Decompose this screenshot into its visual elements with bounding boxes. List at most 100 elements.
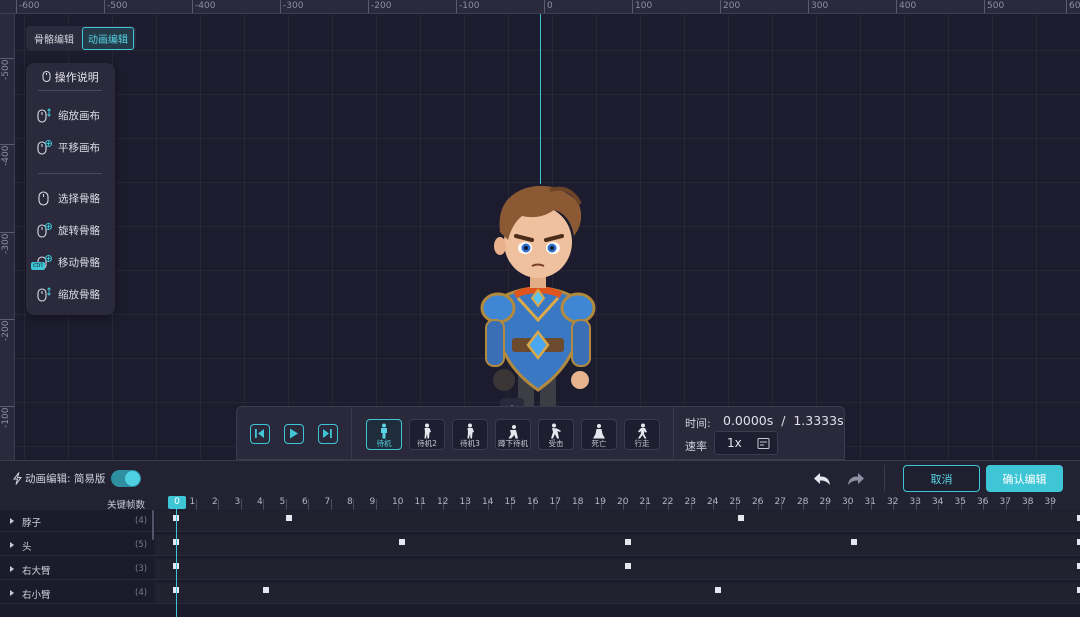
bottom-toolbar: 动画编辑: 简易版 取消 确认编辑: [0, 460, 1080, 496]
keyframe-marker[interactable]: [715, 587, 722, 593]
time-label: 时间:: [685, 417, 711, 430]
prev-frame-button[interactable]: [250, 424, 270, 444]
keyframe-marker[interactable]: [625, 539, 631, 545]
ruler-label: 0: [544, 0, 553, 13]
frame-number: 21: [639, 497, 651, 507]
toggle-knob: [125, 471, 140, 486]
frame-number: 37: [999, 497, 1011, 507]
rate-select[interactable]: 1x: [714, 431, 778, 455]
play-button[interactable]: [284, 424, 304, 444]
crouch-figure-icon: [508, 425, 518, 439]
frame-number: 5: [279, 497, 286, 507]
help-title: 操作说明: [26, 69, 115, 85]
ctrl-mouse-icon: ctrl: [31, 254, 52, 270]
mouse-rotate-icon: [37, 223, 52, 238]
ruler-label: 60: [1066, 0, 1080, 13]
ruler-label: 400: [896, 0, 916, 13]
frame-tick: [285, 499, 287, 510]
frame-number: 22: [662, 497, 674, 507]
help-item-rotate-bone: 旋转骨骼: [36, 222, 100, 238]
frame-number: 33: [909, 497, 921, 507]
cancel-button[interactable]: 取消: [903, 465, 980, 492]
frame-number: 38: [1022, 497, 1034, 507]
anim-walk-button[interactable]: 行走: [624, 419, 660, 450]
anim-crouch-idle-button[interactable]: 蹲下待机: [495, 419, 531, 450]
ruler-label: -600: [16, 0, 39, 13]
keyframe-count-title: 关键帧数: [107, 500, 146, 511]
track-lane[interactable]: [155, 535, 1080, 555]
timeline-track[interactable]: 右小臂 (4): [0, 582, 1080, 604]
track-keyframe-count: (4): [135, 516, 148, 526]
edit-mode-switch: 骨骼编辑 动画编辑: [26, 26, 136, 50]
timeline-track[interactable]: 右大臂 (3): [0, 558, 1080, 580]
speed-icon: [757, 438, 770, 449]
ruler-label: 300: [808, 0, 828, 13]
track-lane[interactable]: [155, 559, 1080, 579]
expand-arrow-icon[interactable]: [10, 590, 14, 596]
track-lane[interactable]: [155, 583, 1080, 603]
help-item-label: 移动骨骼: [58, 256, 100, 269]
anim-death-button[interactable]: 死亡: [581, 419, 617, 450]
anim-idle2-button[interactable]: 待机2: [409, 419, 445, 450]
frame-number: 34: [932, 497, 944, 507]
ruler-label: -400: [192, 0, 215, 13]
help-item-label: 缩放骨骼: [58, 288, 100, 301]
playhead-line[interactable]: [176, 508, 177, 617]
expand-arrow-icon[interactable]: [10, 566, 14, 572]
keyframe-marker[interactable]: [399, 539, 405, 545]
keyframe-marker[interactable]: [738, 515, 744, 521]
anim-hit-button[interactable]: 受击: [538, 419, 574, 450]
confirm-edit-button[interactable]: 确认编辑: [986, 465, 1063, 492]
expand-arrow-icon[interactable]: [10, 518, 14, 524]
keyframe-marker[interactable]: [625, 563, 631, 569]
expand-arrow-icon[interactable]: [10, 542, 14, 548]
track-keyframe-count: (4): [135, 588, 148, 598]
mouse-scroll-icon: [37, 287, 51, 302]
timeline-track[interactable]: 头 (5): [0, 534, 1080, 556]
current-frame-marker[interactable]: 0: [168, 496, 186, 509]
playbar-divider: [673, 407, 674, 461]
anim-idle-button[interactable]: 待机: [366, 419, 402, 450]
timeline-track[interactable]: 脖子 (4): [0, 510, 1080, 532]
frame-number: 4: [257, 497, 263, 507]
simple-mode-toggle[interactable]: [111, 470, 141, 487]
anim-edit-mode-label: 动画编辑: 简易版: [25, 473, 106, 485]
hit-figure-icon: [551, 423, 561, 439]
ruler-vertical: -500 -400 -300 -200 -100: [0, 14, 15, 460]
track-lane[interactable]: [155, 511, 1080, 531]
help-item-label: 平移画布: [58, 141, 100, 154]
frame-number: 1: [189, 497, 196, 507]
character-pupil-core: [524, 246, 528, 250]
keyframe-marker[interactable]: [286, 515, 292, 521]
anim-edit-tab[interactable]: 动画编辑: [82, 26, 134, 50]
undo-icon[interactable]: [812, 469, 832, 489]
frame-number: 24: [707, 497, 719, 507]
keyframe-marker[interactable]: [263, 587, 270, 593]
frame-number: 29: [819, 497, 831, 507]
character-sprite[interactable]: [478, 180, 598, 410]
track-scrollbar[interactable]: [152, 510, 154, 540]
help-panel: 操作说明 缩放画布 平移画布 选择骨骼 旋转骨骼 ctrl 移动骨骼 缩放骨骼: [26, 63, 115, 315]
track-name: 脖子: [22, 518, 42, 529]
ruler-label: -400: [1, 145, 11, 166]
keyframe-marker[interactable]: [851, 539, 857, 545]
ruler-label: -300: [280, 0, 303, 13]
frame-tick: [330, 499, 332, 510]
next-frame-button[interactable]: [318, 424, 338, 444]
ruler-label: -500: [1, 59, 11, 80]
frame-number: 9: [369, 497, 376, 507]
frame-number: 26: [752, 497, 764, 507]
standing-figure-icon: [381, 423, 387, 439]
frame-tick: [375, 499, 377, 510]
frame-number: 8: [347, 497, 353, 507]
bone-edit-tab[interactable]: 骨骼编辑: [28, 27, 80, 50]
play-icon: [290, 428, 298, 439]
frame-number: 19: [594, 497, 606, 507]
frame-number: 18: [572, 497, 584, 507]
anim-idle3-button[interactable]: 待机3: [452, 419, 488, 450]
keyframe-timeline: 关键帧数 0 1 2 3 4 5 6 7 8 9 10 11 12 13 14 15 16 17 18 19 20 21…: [0, 496, 1080, 617]
redo-icon[interactable]: [846, 469, 866, 489]
help-item-label: 缩放画布: [58, 109, 100, 122]
frame-number: 11: [414, 497, 426, 507]
walk-figure-icon: [638, 423, 647, 439]
